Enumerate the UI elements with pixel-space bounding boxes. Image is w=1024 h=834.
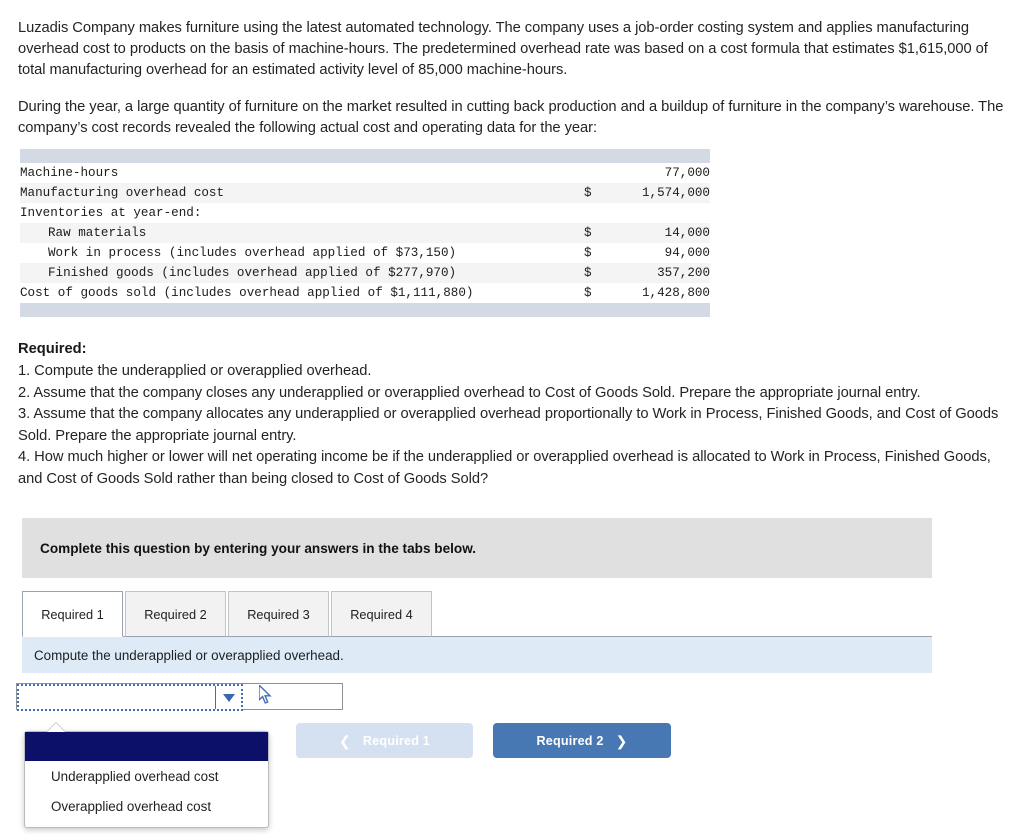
- table-row: Manufacturing overhead cost $1,574,000: [20, 183, 710, 203]
- table-row: Finished goods (includes overhead applie…: [20, 263, 710, 283]
- table-top-bar: [20, 149, 710, 163]
- table-row-label: Finished goods (includes overhead applie…: [20, 263, 584, 283]
- table-row-currency: [584, 203, 618, 223]
- tab-required-3[interactable]: Required 3: [228, 591, 329, 637]
- complete-question-text: Complete this question by entering your …: [40, 540, 477, 556]
- table-row-amount: 14,000: [618, 223, 710, 243]
- table-row: Inventories at year-end:: [20, 203, 710, 223]
- required-item: 4. How much higher or lower will net ope…: [18, 449, 991, 487]
- table-bottom-bar: [20, 303, 710, 317]
- requirement-prompt-banner: Compute the underapplied or overapplied …: [22, 637, 932, 673]
- narrative-paragraph-2: During the year, a large quantity of fur…: [18, 99, 1004, 136]
- required-item: 2. Assume that the company closes any un…: [18, 384, 921, 401]
- table-row-currency: [584, 163, 618, 183]
- dropdown-option[interactable]: Overapplied overhead cost: [25, 791, 268, 821]
- table-row-label: Work in process (includes overhead appli…: [48, 246, 457, 260]
- table-row-currency: $: [584, 246, 592, 260]
- complete-question-banner: Complete this question by entering your …: [22, 518, 932, 578]
- chevron-right-icon: ❯: [615, 732, 628, 749]
- next-requirement-button[interactable]: Required 2 ❯: [493, 723, 671, 758]
- required-section: Required: 1. Compute the underapplied or…: [0, 317, 1024, 490]
- requirement-navigation: ❮ Required 1 Required 2 ❯: [296, 723, 671, 758]
- table-row-amount: 94,000: [664, 246, 710, 260]
- problem-narrative: Luzadis Company makes furniture using th…: [0, 0, 1024, 139]
- table-row-amount: 357,200: [618, 263, 710, 283]
- cost-data-table: Machine-hours 77,000 Manufacturing overhea…: [20, 149, 710, 317]
- table-row-amount: 1,574,000: [618, 183, 710, 203]
- answer-input-row: Underapplied overhead cost Overapplied ov…: [16, 683, 1024, 828]
- requirement-prompt-text: Compute the underapplied or overapplied …: [34, 647, 344, 663]
- table-row-amount: 1,428,800: [641, 286, 710, 300]
- table-row-label: Cost of goods sold (includes overhead ap…: [20, 286, 474, 300]
- table-row-amount: 77,000: [664, 166, 710, 180]
- table-row: Raw materials $14,000: [20, 223, 710, 243]
- table-row-currency: $: [584, 223, 618, 243]
- chevron-down-icon[interactable]: [215, 686, 241, 709]
- table-row-currency: $: [584, 286, 592, 300]
- table-row-label: Raw materials: [20, 223, 584, 243]
- tab-label: Required 3: [247, 606, 310, 622]
- table-row-label: Manufacturing overhead cost: [20, 183, 584, 203]
- requirement-tabs: Required 1 Required 2 Required 3 Required 4: [22, 590, 932, 637]
- overhead-type-select[interactable]: [17, 684, 243, 711]
- dropdown-option[interactable]: [25, 732, 268, 761]
- prev-requirement-label: Required 1: [362, 733, 431, 748]
- tab-required-4[interactable]: Required 4: [331, 591, 432, 637]
- tab-label: Required 4: [350, 606, 413, 622]
- table-row-label: Inventories at year-end:: [20, 206, 202, 220]
- table-row: Machine-hours 77,000: [20, 163, 710, 183]
- tab-required-1[interactable]: Required 1: [22, 591, 123, 637]
- table-row: Cost of goods sold (includes overhead ap…: [20, 283, 710, 303]
- tab-label: Required 2: [144, 606, 207, 622]
- table-row-amount: [618, 203, 710, 223]
- narrative-paragraph-1: Luzadis Company makes furniture using th…: [18, 20, 988, 78]
- table-row-currency: $: [584, 263, 618, 283]
- table-row: Work in process (includes overhead appli…: [20, 243, 710, 263]
- required-item: 3. Assume that the company allocates any…: [18, 406, 999, 444]
- required-item: 1. Compute the underapplied or overappli…: [18, 363, 372, 379]
- next-requirement-label: Required 2: [536, 733, 604, 748]
- required-heading: Required:: [18, 341, 87, 357]
- chevron-left-icon: ❮: [338, 732, 351, 749]
- table-row-currency: $: [584, 183, 618, 203]
- tab-label: Required 1: [41, 606, 104, 622]
- prev-requirement-button[interactable]: ❮ Required 1: [296, 723, 473, 758]
- table-row-label: Machine-hours: [20, 166, 119, 180]
- tab-required-2[interactable]: Required 2: [125, 591, 226, 637]
- dropdown-option[interactable]: Underapplied overhead cost: [25, 761, 268, 791]
- answer-panel: Complete this question by entering your …: [0, 518, 1024, 828]
- overhead-type-dropdown-list[interactable]: Underapplied overhead cost Overapplied ov…: [24, 731, 269, 828]
